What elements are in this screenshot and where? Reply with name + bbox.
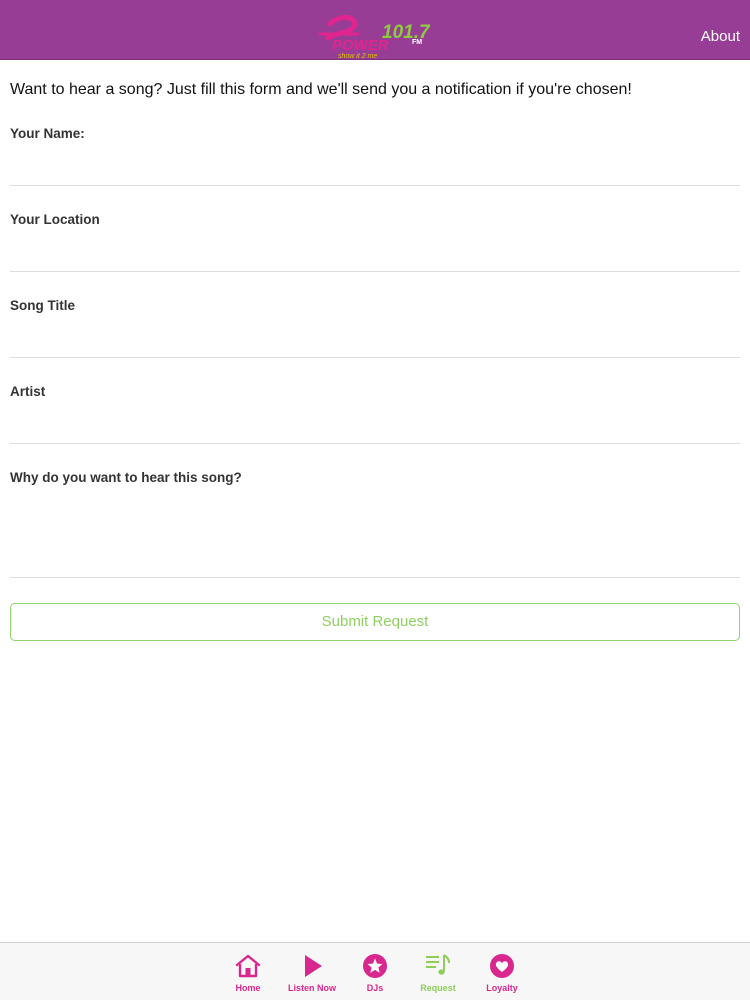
tab-loyalty-label: Loyalty xyxy=(486,983,518,993)
tab-listen-now[interactable]: Listen Now xyxy=(280,952,344,998)
about-link[interactable]: About xyxy=(701,28,740,45)
song-title-input[interactable] xyxy=(10,319,740,359)
submit-request-button[interactable]: Submit Request xyxy=(10,603,740,641)
artist-input[interactable] xyxy=(10,405,740,445)
tab-home[interactable]: Home xyxy=(216,952,280,998)
tab-loyalty[interactable]: Loyalty xyxy=(470,952,534,998)
song-title-label: Song Title xyxy=(10,298,76,313)
bottom-tab-bar: Home Listen Now DJs Request Loyalty xyxy=(0,942,750,1000)
svg-text:show it 2 me: show it 2 me xyxy=(338,53,377,60)
svg-text:POWER: POWER xyxy=(332,37,389,54)
your-location-field: Your Location xyxy=(10,212,740,273)
reason-label: Why do you want to hear this song? xyxy=(10,470,242,485)
reason-field: Why do you want to hear this song? xyxy=(10,470,740,578)
your-name-input[interactable] xyxy=(10,147,740,187)
tab-listen-now-label: Listen Now xyxy=(287,983,336,993)
song-title-field: Song Title xyxy=(10,298,740,359)
reason-textarea[interactable] xyxy=(10,491,740,571)
tab-request[interactable]: Request xyxy=(406,952,470,998)
tab-home-label: Home xyxy=(235,983,261,993)
svg-text:101.7: 101.7 xyxy=(382,22,431,43)
music-list-icon xyxy=(424,952,452,980)
station-logo[interactable]: POWER 101.7 FM show it 2 me xyxy=(318,12,432,60)
svg-text:FM: FM xyxy=(412,39,422,46)
your-name-field: Your Name: xyxy=(10,126,740,187)
your-location-input[interactable] xyxy=(10,233,740,273)
star-icon xyxy=(361,952,389,980)
artist-label: Artist xyxy=(10,384,46,399)
home-icon xyxy=(234,952,262,980)
tab-request-label: Request xyxy=(420,983,456,993)
your-name-label: Your Name: xyxy=(10,126,85,141)
heart-icon xyxy=(488,952,516,980)
tab-djs[interactable]: DJs xyxy=(343,952,407,998)
tab-djs-label: DJs xyxy=(366,983,384,993)
artist-field: Artist xyxy=(10,384,740,445)
your-location-label: Your Location xyxy=(10,212,100,227)
play-icon xyxy=(298,952,326,980)
top-bar: POWER 101.7 FM show it 2 me About xyxy=(0,0,750,60)
form-intro-text: Want to hear a song? Just fill this form… xyxy=(10,81,632,98)
